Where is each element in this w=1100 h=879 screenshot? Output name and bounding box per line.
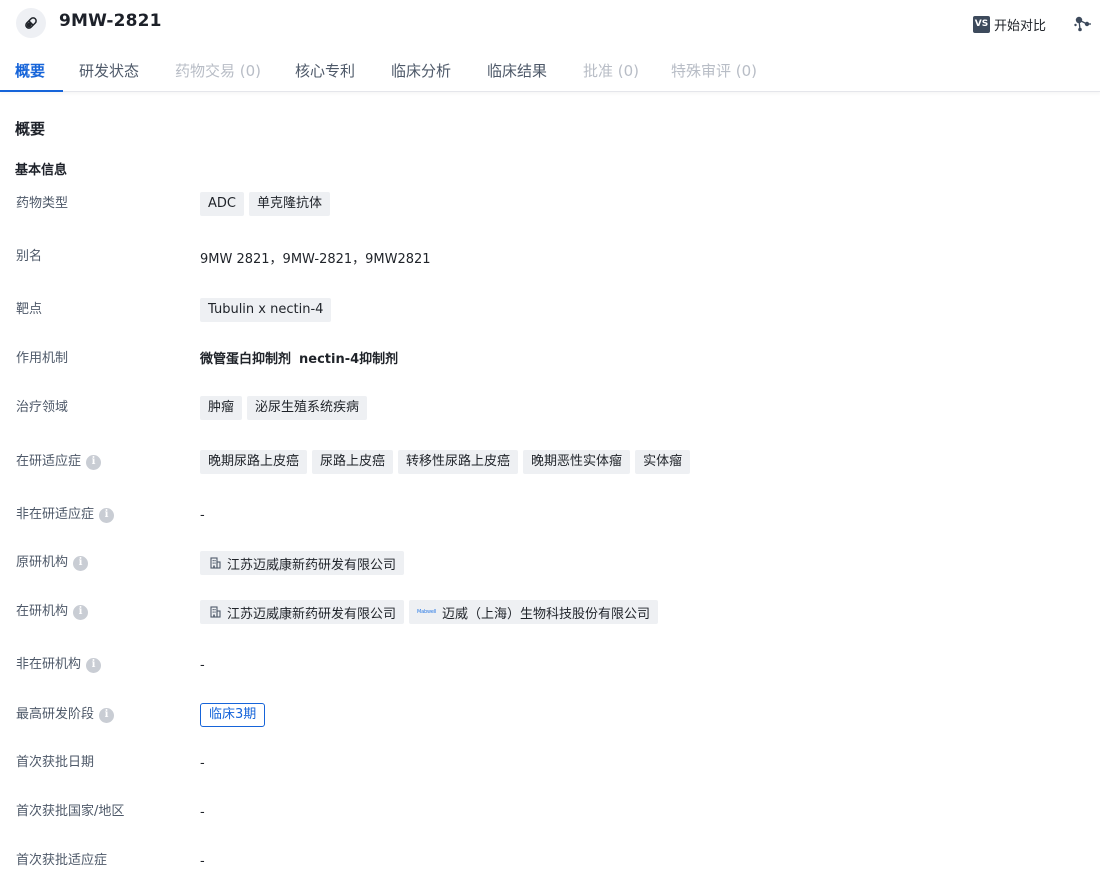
row-value: -: [200, 507, 205, 523]
row-originator: 原研机构 i 江苏迈威康新药研发有限公司: [0, 551, 1100, 575]
indication-tag[interactable]: 转移性尿路上皮癌: [398, 450, 519, 474]
tab-rd-status[interactable]: 研发状态: [79, 48, 139, 92]
row-label: 在研机构 i: [16, 600, 89, 624]
org-tag[interactable]: 江苏迈威康新药研发有限公司: [200, 600, 405, 624]
drug-detail-page: 9MW-2821 VS 开始对比 概要 研发状态 药物交易 (0) 核心专利 临…: [0, 0, 1100, 879]
row-active-indications: 在研适应症 i 晚期尿路上皮癌 尿路上皮癌 转移性尿路上皮癌 晚期恶性实体瘤 实…: [0, 450, 1100, 474]
org-tag[interactable]: Mabwell 迈威（上海）生物科技股份有限公司: [409, 600, 659, 624]
target-tag[interactable]: Tubulin x nectin-4: [200, 298, 332, 322]
therapeutic-area-tag: 肿瘤: [200, 396, 243, 420]
start-compare-label: 开始对比: [994, 18, 1047, 34]
row-inactive-indications: 非在研适应症 i -: [0, 503, 1100, 527]
drug-type-tag: 单克隆抗体: [248, 192, 330, 216]
tab-overview[interactable]: 概要: [15, 48, 45, 92]
network-graph-icon: [1074, 16, 1091, 32]
mabwell-logo: Mabwell: [417, 609, 437, 615]
row-label: 作用机制: [16, 351, 69, 366]
active-tab-indicator: [0, 90, 63, 92]
row-label-text: 在研适应症: [16, 454, 82, 469]
row-value: Tubulin x nectin-4: [200, 298, 336, 322]
row-value: 江苏迈威康新药研发有限公司: [200, 551, 409, 575]
pill-icon: [16, 8, 46, 38]
org-name: 迈威（上海）生物科技股份有限公司: [442, 606, 651, 622]
tab-clinical-results[interactable]: 临床结果: [487, 48, 547, 92]
row-value: 临床3期: [200, 703, 266, 727]
row-value: -: [200, 755, 205, 771]
info-icon[interactable]: i: [99, 507, 115, 523]
mechanism-item: nectin-4抑制剂: [299, 351, 399, 367]
row-mechanism: 作用机制 微管蛋白抑制剂 nectin-4抑制剂: [0, 345, 1100, 369]
info-icon[interactable]: i: [73, 555, 89, 571]
mechanism-item: 微管蛋白抑制剂: [200, 351, 292, 367]
row-label: 非在研机构 i: [16, 653, 102, 677]
building-icon: [210, 557, 221, 569]
alias-value: 9MW 2821，9MW-2821，9MW2821: [200, 251, 431, 267]
drug-name-title: 9MW-2821: [59, 11, 162, 31]
row-target: 靶点 Tubulin x nectin-4: [0, 298, 1100, 322]
row-first-approval-country: 首次获批国家/地区 -: [0, 800, 1100, 824]
org-tag[interactable]: 江苏迈威康新药研发有限公司: [200, 551, 405, 575]
row-label-text: 非在研机构: [16, 657, 82, 672]
row-label: 在研适应症 i: [16, 450, 102, 474]
row-value: -: [200, 804, 205, 820]
basic-info-title: 基本信息: [15, 163, 68, 178]
row-value: -: [200, 853, 205, 869]
row-value: -: [200, 657, 205, 673]
vs-icon: VS: [973, 15, 990, 33]
tab-core-patents[interactable]: 核心专利: [295, 48, 355, 92]
tab-special-review[interactable]: 特殊审评 (0): [671, 48, 757, 92]
row-value: 肿瘤 泌尿生殖系统疾病: [200, 396, 372, 420]
info-icon[interactable]: i: [99, 707, 115, 723]
row-label: 靶点: [16, 302, 43, 317]
therapeutic-area-tag: 泌尿生殖系统疾病: [247, 396, 368, 420]
row-label: 原研机构 i: [16, 551, 89, 575]
drug-header: 9MW-2821 VS 开始对比: [0, 0, 1100, 48]
section-title: 概要: [15, 120, 46, 138]
row-value: 江苏迈威康新药研发有限公司 Mabwell 迈威（上海）生物科技股份有限公司: [200, 600, 663, 624]
start-compare-button[interactable]: VS 开始对比: [973, 13, 1046, 35]
tab-drug-deals[interactable]: 药物交易 (0): [175, 48, 261, 92]
drug-type-tag: ADC: [200, 192, 244, 216]
row-highest-phase: 最高研发阶段 i 临床3期: [0, 703, 1100, 727]
indication-tag[interactable]: 实体瘤: [635, 450, 691, 474]
row-first-approval-date: 首次获批日期 -: [0, 751, 1100, 775]
row-label: 最高研发阶段 i: [16, 703, 115, 727]
row-label: 药物类型: [16, 196, 69, 211]
info-icon[interactable]: i: [86, 454, 102, 470]
row-first-approval-indication: 首次获批适应症 -: [0, 849, 1100, 873]
row-label: 非在研适应症 i: [16, 503, 115, 527]
row-label: 首次获批国家/地区: [16, 804, 125, 819]
row-drug-type: 药物类型 ADC 单克隆抗体: [0, 192, 1100, 216]
phase-tag: 临床3期: [200, 703, 266, 727]
row-therapeutic-area: 治疗领域 肿瘤 泌尿生殖系统疾病: [0, 396, 1100, 420]
row-label: 别名: [16, 249, 43, 264]
org-name: 江苏迈威康新药研发有限公司: [227, 606, 397, 622]
row-label-text: 非在研适应症: [16, 507, 95, 522]
org-name: 江苏迈威康新药研发有限公司: [227, 557, 397, 573]
row-value: 晚期尿路上皮癌 尿路上皮癌 转移性尿路上皮癌 晚期恶性实体瘤 实体瘤: [200, 450, 695, 474]
row-label-text: 原研机构: [16, 555, 69, 570]
indication-tag[interactable]: 晚期恶性实体瘤: [523, 450, 631, 474]
row-label-text: 最高研发阶段: [16, 707, 95, 722]
indication-tag[interactable]: 尿路上皮癌: [312, 450, 394, 474]
row-label: 首次获批日期: [16, 755, 95, 770]
info-icon[interactable]: i: [86, 657, 102, 673]
row-alias: 别名 9MW 2821，9MW-2821，9MW2821: [0, 245, 1100, 269]
row-label: 治疗领域: [16, 400, 69, 415]
row-value: 微管蛋白抑制剂 nectin-4抑制剂: [200, 345, 406, 369]
building-icon: [210, 606, 221, 618]
row-label-text: 在研机构: [16, 604, 69, 619]
info-icon[interactable]: i: [73, 604, 89, 620]
row-active-orgs: 在研机构 i 江苏迈威康新药研发有限公司 Mabwell 迈威（上海）生物科技股…: [0, 600, 1100, 624]
tab-approvals[interactable]: 批准 (0): [583, 48, 639, 92]
row-inactive-orgs: 非在研机构 i -: [0, 653, 1100, 677]
graph-button[interactable]: [1073, 13, 1093, 35]
row-label: 首次获批适应症: [16, 853, 108, 868]
tab-bar: 概要 研发状态 药物交易 (0) 核心专利 临床分析 临床结果 批准 (0) 特…: [0, 48, 1100, 92]
tab-clinical-analysis[interactable]: 临床分析: [391, 48, 451, 92]
indication-tag[interactable]: 晚期尿路上皮癌: [200, 450, 308, 474]
row-value: ADC 单克隆抗体: [200, 192, 335, 216]
